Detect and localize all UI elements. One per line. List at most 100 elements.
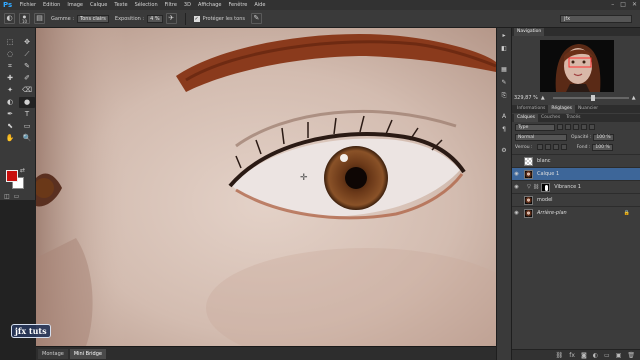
tab-traces[interactable]: Tracés [563, 114, 583, 122]
menu-selection[interactable]: Sélection [131, 2, 161, 8]
clone-source-icon[interactable]: ⎘ [498, 90, 510, 101]
visibility-eye-icon[interactable]: ◉ [512, 184, 521, 190]
add-mask-icon[interactable]: ◙ [581, 352, 587, 359]
zoom-tool-icon[interactable]: 🔍 [19, 133, 35, 144]
close-icon[interactable]: ✕ [632, 1, 637, 8]
pressure-size-icon[interactable]: ✎ [250, 13, 262, 24]
exposure-input[interactable]: 4 % [147, 14, 163, 23]
brush-preset-picker[interactable]: ● 10 [19, 13, 30, 24]
layer-style-icon[interactable]: fx [569, 352, 575, 359]
delete-layer-icon[interactable]: 🗑 [627, 352, 635, 359]
minimize-icon[interactable]: – [611, 1, 614, 8]
menu-image[interactable]: Image [64, 2, 87, 8]
navigator-preview[interactable] [540, 40, 614, 92]
layer-row[interactable]: ◉ Arrière-plan 🔒 [512, 206, 640, 219]
dodge-tool-icon[interactable]: ● [19, 97, 35, 108]
menu-affichage[interactable]: Affichage [194, 2, 225, 8]
screen-mode-icon[interactable]: ▭ [14, 193, 20, 200]
lock-position-icon[interactable] [552, 144, 559, 150]
tab-nuancier[interactable]: Nuancier [575, 105, 601, 113]
workspace-select[interactable]: jfx [560, 15, 632, 23]
color-panel-icon[interactable]: ◧ [498, 43, 510, 54]
menu-aide[interactable]: Aide [251, 2, 269, 8]
layer-row[interactable]: blanc [512, 154, 640, 167]
pen-tool-icon[interactable]: ✒ [2, 109, 18, 120]
new-layer-icon[interactable]: ▣ [616, 352, 622, 359]
zoom-slider-knob[interactable] [590, 95, 595, 101]
brush-panel-icon[interactable]: ✎ [498, 77, 510, 88]
tab-couches[interactable]: Couches [538, 114, 563, 122]
marquee-tool-icon[interactable]: ⬚ [2, 37, 18, 48]
menu-fenetre[interactable]: Fenêtre [225, 2, 251, 8]
zoom-level[interactable]: 329,87 % [514, 95, 538, 101]
layer-thumbnail[interactable] [524, 195, 533, 205]
brush-panel-icon[interactable]: ▤ [34, 13, 45, 24]
new-group-icon[interactable]: ▭ [604, 352, 610, 359]
filter-smart-icon[interactable] [589, 124, 595, 130]
brush-presets-icon[interactable]: ▦ [498, 64, 510, 75]
paragraph-panel-icon[interactable]: ¶ [498, 124, 510, 135]
swap-colors-icon[interactable]: ⇄ [20, 167, 25, 174]
layer-mask-thumbnail[interactable] [541, 182, 551, 192]
hand-tool-icon[interactable]: ✋ [2, 133, 18, 144]
foreground-color-swatch[interactable] [6, 170, 18, 182]
tab-calques[interactable]: Calques [514, 114, 538, 122]
lock-pixels-icon[interactable] [544, 144, 551, 150]
document-canvas[interactable]: ✛ [36, 28, 496, 346]
healing-tool-icon[interactable]: ✚ [2, 73, 18, 84]
tab-mini-bridge[interactable]: Mini Bridge [69, 348, 106, 359]
new-adjustment-icon[interactable]: ◐ [593, 352, 598, 359]
history-icon[interactable]: ▸ [498, 30, 510, 41]
filter-type-icon[interactable] [573, 124, 579, 130]
lock-transparency-icon[interactable] [536, 144, 543, 150]
blend-mode-select[interactable]: Normal [515, 133, 567, 141]
menu-texte[interactable]: Texte [111, 2, 131, 8]
mask-link-icon[interactable]: ⛓ [533, 184, 539, 190]
zoom-slider[interactable] [552, 95, 629, 101]
clone-stamp-tool-icon[interactable]: ✦ [2, 85, 18, 96]
eyedropper-tool-icon[interactable]: ✎ [19, 61, 35, 72]
quick-mask-icon[interactable]: ◫ [4, 193, 10, 200]
menu-calque[interactable]: Calque [87, 2, 111, 8]
link-layers-icon[interactable]: ⛓ [556, 352, 564, 359]
dodge-tool-icon[interactable]: ◐ [4, 13, 15, 24]
lasso-tool-icon[interactable]: ◌ [2, 49, 18, 60]
menu-filtre[interactable]: Filtre [161, 2, 180, 8]
lock-all-icon[interactable] [560, 144, 567, 150]
layer-row[interactable]: ◉ ▽ ⛓ Vibrance 1 [512, 180, 640, 193]
move-tool-icon[interactable]: ✥ [19, 37, 35, 48]
visibility-eye-icon[interactable]: ◉ [512, 171, 521, 177]
quick-select-tool-icon[interactable]: ⟋ [19, 49, 35, 60]
menu-edition[interactable]: Edition [40, 2, 64, 8]
range-select[interactable]: Tons clairs [77, 14, 109, 23]
layer-filter-select[interactable]: Type [515, 123, 555, 131]
layer-thumbnail[interactable] [524, 156, 533, 166]
visibility-eye-icon[interactable]: ◉ [512, 210, 521, 216]
menu-3d[interactable]: 3D [180, 2, 194, 8]
layer-thumbnail[interactable] [524, 208, 533, 218]
tab-navigation[interactable]: Navigation [514, 28, 545, 36]
protect-tones-checkbox[interactable]: ✓ [193, 15, 200, 22]
filter-shape-icon[interactable] [581, 124, 587, 130]
character-panel-icon[interactable]: A [498, 111, 510, 122]
tool-presets-icon[interactable]: ⚙ [498, 145, 510, 156]
eraser-tool-icon[interactable]: ⌫ [19, 85, 35, 96]
zoom-out-icon[interactable]: ▲ [541, 95, 545, 101]
maximize-icon[interactable]: □ [620, 1, 626, 8]
menu-fichier[interactable]: Fichier [16, 2, 39, 8]
filter-adjust-icon[interactable] [565, 124, 571, 130]
fill-input[interactable]: 100 % [592, 143, 613, 151]
shape-tool-icon[interactable]: ▭ [19, 121, 35, 132]
layer-thumbnail[interactable] [524, 169, 533, 179]
type-tool-icon[interactable]: T [19, 109, 35, 120]
zoom-in-icon[interactable]: ▲ [632, 95, 636, 101]
tab-reglages[interactable]: Réglages [548, 105, 575, 113]
layer-row[interactable]: ◉ Calque 1 [512, 167, 640, 180]
layer-row[interactable]: model [512, 193, 640, 206]
tab-montage[interactable]: Montage [38, 348, 68, 359]
filter-pixel-icon[interactable] [557, 124, 563, 130]
opacity-input[interactable]: 100 % [593, 133, 614, 141]
gradient-tool-icon[interactable]: ◐ [2, 97, 18, 108]
tab-informations[interactable]: Informations [514, 105, 548, 113]
airbrush-icon[interactable]: ✈ [165, 13, 177, 24]
